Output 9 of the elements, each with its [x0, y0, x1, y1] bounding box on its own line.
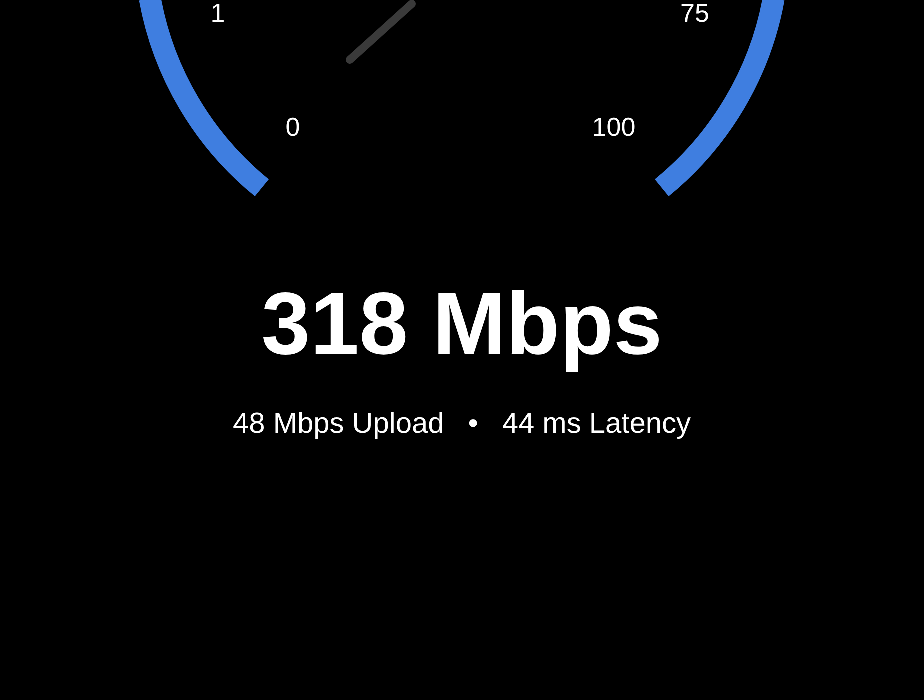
- gauge-label: 0: [286, 112, 300, 142]
- gauge-label: 100: [592, 112, 636, 142]
- gauge-label: 75: [680, 0, 710, 28]
- upload-speed: 48 Mbps Upload: [233, 408, 444, 441]
- gauge-needle: [346, 0, 416, 64]
- gauge-label: 1: [210, 0, 226, 28]
- separator-dot: •: [468, 408, 478, 441]
- download-speed: 318 Mbps: [261, 274, 663, 373]
- latency: 44 ms Latency: [502, 408, 691, 441]
